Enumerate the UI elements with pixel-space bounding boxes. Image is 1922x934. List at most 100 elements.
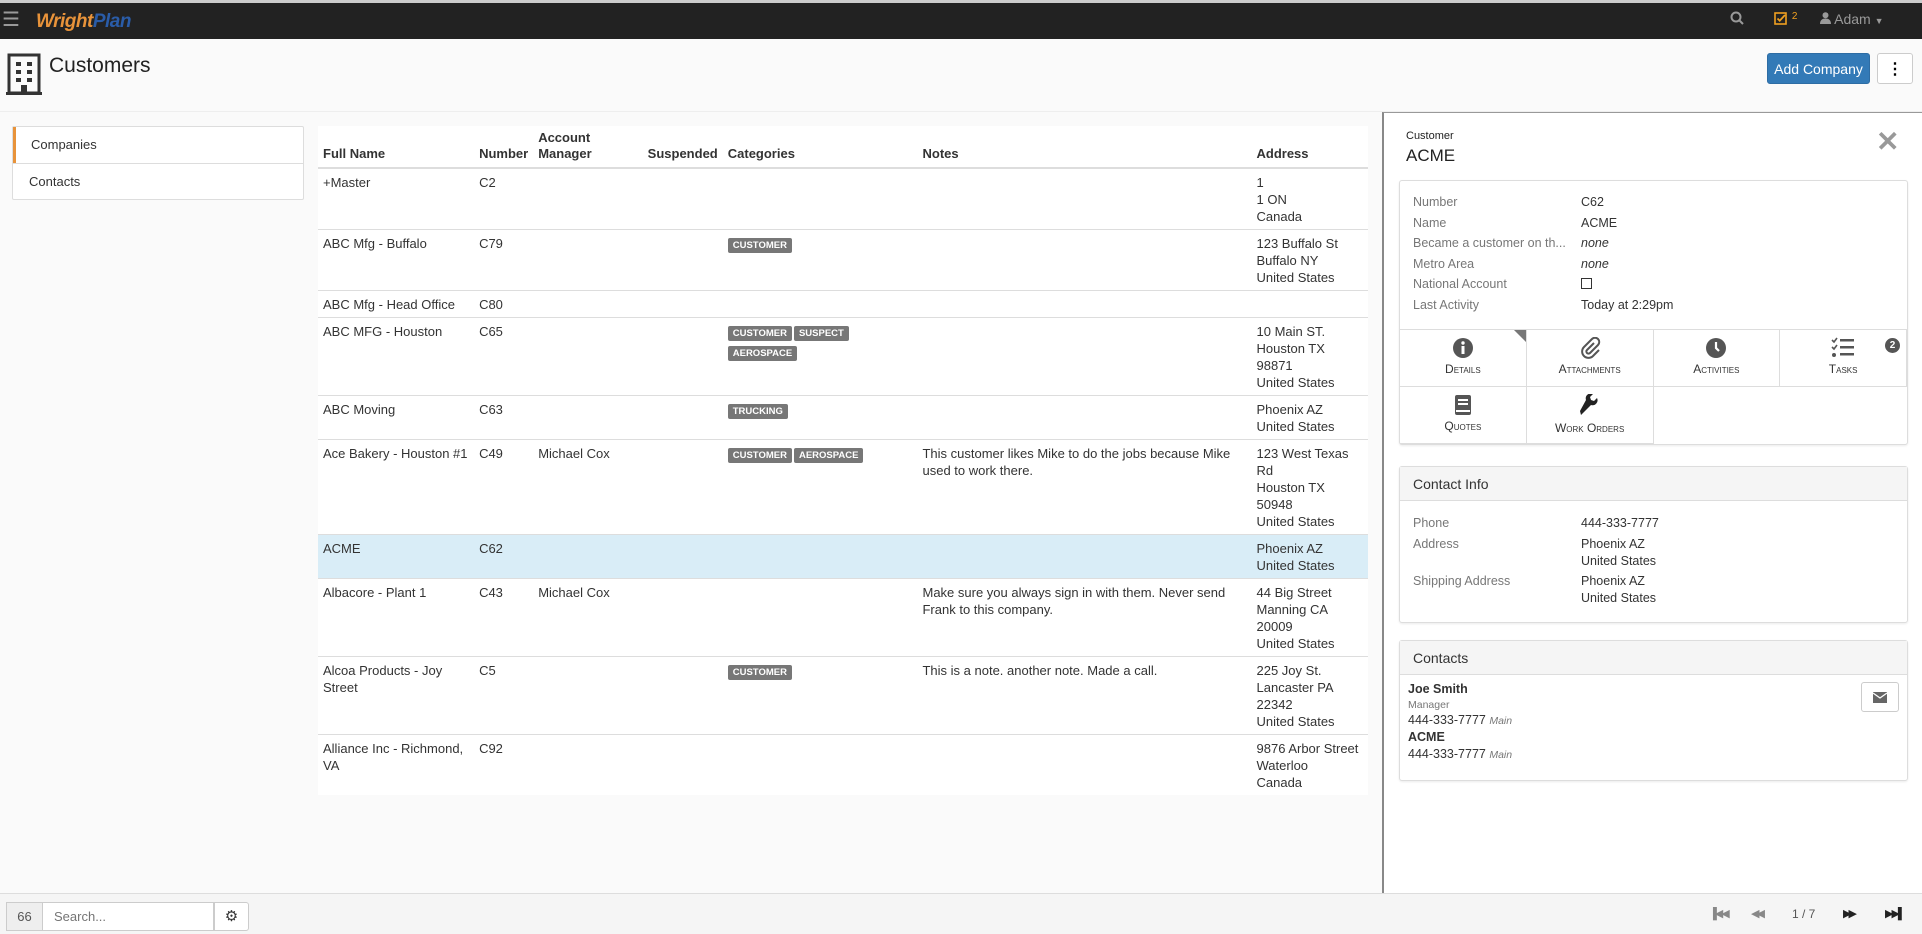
tile-label: Tasks bbox=[1829, 362, 1858, 376]
contacts-title: Contacts bbox=[1400, 641, 1907, 675]
column-header-account-manager[interactable]: Account Manager bbox=[533, 126, 642, 168]
category-badge: CUSTOMER bbox=[728, 326, 792, 341]
cell-suspended bbox=[643, 230, 723, 291]
cell-number: C49 bbox=[474, 440, 533, 535]
contact-info-title: Contact Info bbox=[1400, 467, 1907, 501]
cell-notes: This customer likes Mike to do the jobs … bbox=[917, 440, 1251, 535]
table-row[interactable]: ABC Mfg - Head OfficeC80 bbox=[318, 291, 1368, 318]
column-header-full-name[interactable]: Full Name bbox=[318, 126, 474, 168]
sidebar-item-contacts[interactable]: Contacts bbox=[13, 163, 303, 199]
last-page-icon[interactable]: ▶▶▌ bbox=[1885, 907, 1904, 920]
category-badge: CUSTOMER bbox=[728, 665, 792, 680]
detail-value: none bbox=[1581, 233, 1609, 254]
table-row[interactable]: Alcoa Products - Joy StreetC5CUSTOMERThi… bbox=[318, 657, 1368, 735]
cell-account-manager: Michael Cox bbox=[533, 440, 642, 535]
logo[interactable]: WrightPlan bbox=[36, 11, 131, 33]
tile-label: Attachments bbox=[1559, 362, 1621, 376]
table-row[interactable]: ABC MovingC63TRUCKINGPhoenix AZUnited St… bbox=[318, 396, 1368, 440]
add-company-button[interactable]: Add Company bbox=[1767, 53, 1870, 84]
company-phone[interactable]: 444-333-7777 bbox=[1408, 747, 1486, 761]
more-options-button[interactable]: ⋮ bbox=[1877, 53, 1913, 84]
search-icon[interactable] bbox=[1730, 11, 1744, 28]
tile-attachments[interactable]: Attachments bbox=[1527, 330, 1654, 387]
cell-categories: CUSTOMER bbox=[723, 230, 918, 291]
prev-page-icon[interactable]: ◀◀ bbox=[1751, 907, 1762, 920]
detail-value: Today at 2:29pm bbox=[1581, 295, 1673, 316]
cell-account-manager bbox=[533, 735, 642, 796]
user-icon bbox=[1820, 12, 1831, 24]
address-line: Canada bbox=[1257, 774, 1364, 791]
detail-value: ACME bbox=[1581, 213, 1617, 234]
cell-number: C43 bbox=[474, 579, 533, 657]
menu-icon[interactable]: ☰ bbox=[2, 11, 18, 29]
active-corner-marker bbox=[1514, 330, 1526, 342]
address-line: Manning CA bbox=[1257, 601, 1364, 618]
wrench-icon bbox=[1527, 394, 1653, 418]
tasks-notification-button[interactable]: 2 bbox=[1774, 11, 1797, 28]
next-page-icon[interactable]: ▶▶ bbox=[1843, 907, 1854, 920]
sidebar-item-companies[interactable]: Companies bbox=[13, 127, 303, 163]
national-account-checkbox[interactable] bbox=[1581, 274, 1592, 295]
cell-number: C92 bbox=[474, 735, 533, 796]
user-menu[interactable]: Adam ▼ bbox=[1820, 11, 1884, 27]
search-input[interactable] bbox=[43, 902, 214, 931]
cell-notes: Make sure you always sign in with them. … bbox=[917, 579, 1251, 657]
first-page-icon[interactable]: ▐◀◀ bbox=[1709, 907, 1728, 920]
cell-categories bbox=[723, 168, 918, 230]
address-line: 9876 Arbor Street bbox=[1257, 740, 1364, 757]
table-row[interactable]: +MasterC211 ONCanada bbox=[318, 168, 1368, 230]
tile-tasks[interactable]: Tasks 2 bbox=[1780, 330, 1907, 387]
contact-info-card: Contact Info Phone444-333-7777 AddressPh… bbox=[1399, 466, 1908, 623]
column-header-suspended[interactable]: Suspended bbox=[643, 126, 723, 168]
close-icon[interactable]: ✕ bbox=[1876, 128, 1899, 156]
cell-account-manager bbox=[533, 168, 642, 230]
tile-details[interactable]: Details bbox=[1400, 330, 1527, 387]
contact-phone[interactable]: 444-333-7777 bbox=[1408, 713, 1486, 727]
cell-suspended bbox=[643, 535, 723, 579]
cell-address: Phoenix AZUnited States bbox=[1252, 535, 1369, 579]
column-header-notes[interactable]: Notes bbox=[917, 126, 1251, 168]
address-line: Houston TX 50948 bbox=[1257, 479, 1364, 513]
table-row[interactable]: Albacore - Plant 1C43Michael CoxMake sur… bbox=[318, 579, 1368, 657]
cell-full-name: ABC MFG - Houston bbox=[318, 318, 474, 396]
tile-label: Quotes bbox=[1444, 419, 1481, 433]
gear-icon: ⚙ bbox=[225, 908, 238, 925]
cell-suspended bbox=[643, 657, 723, 735]
table-row[interactable]: Ace Bakery - Houston #1C49Michael Cox CUS… bbox=[318, 440, 1368, 535]
table-row[interactable]: ABC MFG - HoustonC65CUSTOMERSUSPECTAEROS… bbox=[318, 318, 1368, 396]
detail-row: National Account bbox=[1413, 274, 1894, 295]
address-label: Address bbox=[1413, 536, 1581, 570]
cell-notes bbox=[917, 291, 1251, 318]
cell-categories bbox=[723, 735, 918, 796]
cell-address: Phoenix AZUnited States bbox=[1252, 396, 1369, 440]
cell-full-name: Ace Bakery - Houston #1 bbox=[318, 440, 474, 535]
cell-categories: CUSTOMERAEROSPACE bbox=[723, 440, 918, 535]
address-line: Canada bbox=[1257, 208, 1364, 225]
column-header-categories[interactable]: Categories bbox=[723, 126, 918, 168]
tile-quotes[interactable]: Quotes bbox=[1400, 387, 1527, 444]
detail-row: Became a customer on th...none bbox=[1413, 233, 1894, 254]
detail-row: NameACME bbox=[1413, 213, 1894, 234]
table-row[interactable]: ACMEC62Phoenix AZUnited States bbox=[318, 535, 1368, 579]
tile-label: Activities bbox=[1693, 362, 1739, 376]
cell-number: C2 bbox=[474, 168, 533, 230]
cell-address bbox=[1252, 291, 1369, 318]
tile-label: Work Orders bbox=[1555, 421, 1624, 435]
address-line: United States bbox=[1257, 269, 1364, 286]
column-header-address[interactable]: Address bbox=[1252, 126, 1369, 168]
table-row[interactable]: ABC Mfg - BuffaloC79CUSTOMER123 Buffalo … bbox=[318, 230, 1368, 291]
contact-name[interactable]: Joe Smith bbox=[1408, 681, 1899, 698]
tile-work-orders[interactable]: Work Orders bbox=[1527, 387, 1654, 444]
cell-address: 9876 Arbor StreetWaterlooCanada bbox=[1252, 735, 1369, 796]
phone-value[interactable]: 444-333-7777 bbox=[1581, 513, 1659, 534]
page-indicator: 1 / 7 bbox=[1792, 907, 1815, 921]
column-header-number[interactable]: Number bbox=[474, 126, 533, 168]
settings-button[interactable]: ⚙ bbox=[214, 902, 249, 931]
email-button[interactable] bbox=[1861, 682, 1899, 712]
cell-notes bbox=[917, 535, 1251, 579]
address-line: Phoenix AZ bbox=[1257, 401, 1364, 418]
table-row[interactable]: Alliance Inc - Richmond, VAC929876 Arbor… bbox=[318, 735, 1368, 796]
cell-notes bbox=[917, 396, 1251, 440]
tasks-count-badge: 2 bbox=[1885, 338, 1900, 353]
tile-activities[interactable]: Activities bbox=[1654, 330, 1781, 387]
